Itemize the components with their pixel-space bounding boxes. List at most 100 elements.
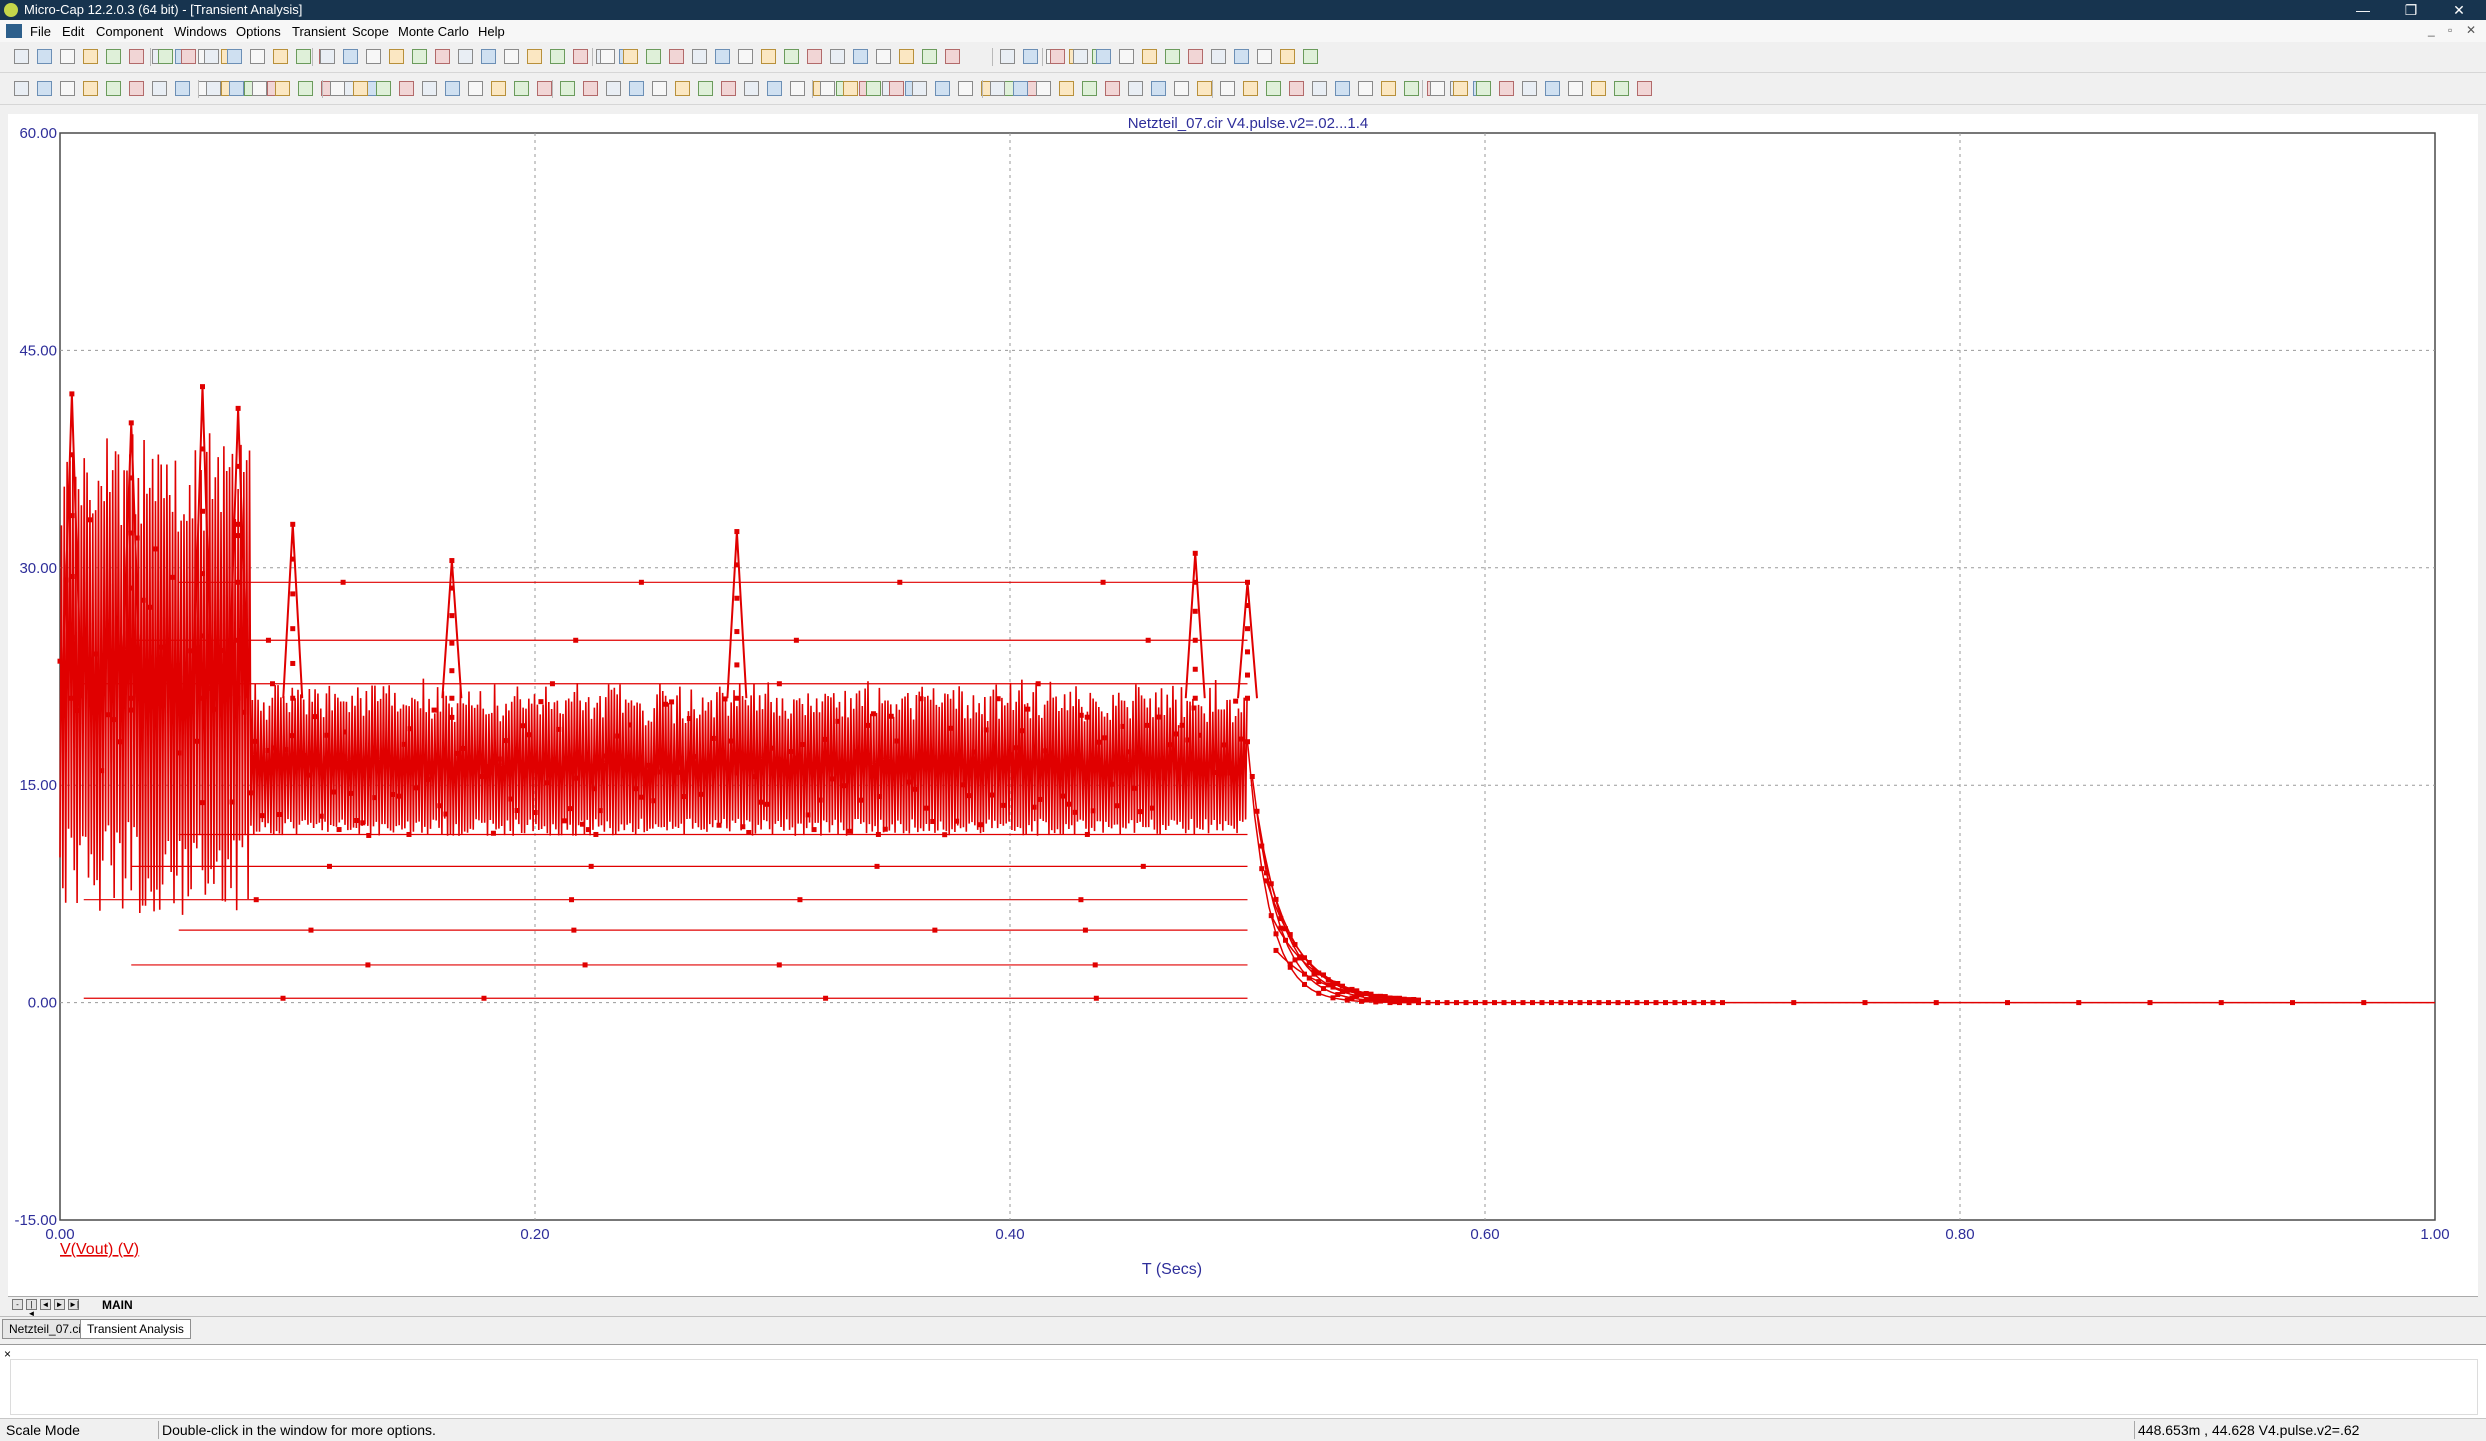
analysis-tool-button[interactable]	[1499, 81, 1514, 96]
toolbar-tool-button[interactable]	[296, 49, 311, 64]
analysis-tool-button[interactable]	[376, 81, 391, 96]
analysis-tool-button[interactable]	[866, 81, 881, 96]
menu-help[interactable]: Help	[478, 24, 505, 39]
toolbar-tool-button[interactable]	[715, 49, 730, 64]
toolbar-tool-button[interactable]	[692, 49, 707, 64]
menu-component[interactable]: Component	[96, 24, 163, 39]
toolbar-tool-button[interactable]	[550, 49, 565, 64]
analysis-tool-button[interactable]	[820, 81, 835, 96]
toolbar-tool-button[interactable]	[899, 49, 914, 64]
page-last-button[interactable]: ►|	[68, 1299, 79, 1310]
toolbar-tool-button[interactable]	[250, 49, 265, 64]
analysis-tool-button[interactable]	[206, 81, 221, 96]
toolbar-tool-button[interactable]	[273, 49, 288, 64]
toolbar-tool-button[interactable]	[343, 49, 358, 64]
toolbar-tool-button[interactable]	[784, 49, 799, 64]
toolbar-tool-button[interactable]	[1165, 49, 1180, 64]
analysis-tool-button[interactable]	[491, 81, 506, 96]
analysis-tool-button[interactable]	[1545, 81, 1560, 96]
toolbar-tool-button[interactable]	[435, 49, 450, 64]
toolbar-tool-button[interactable]	[158, 49, 173, 64]
analysis-tool-button[interactable]	[422, 81, 437, 96]
toolbar-tool-button[interactable]	[600, 49, 615, 64]
analysis-tool-button[interactable]	[175, 81, 190, 96]
analysis-tool-button[interactable]	[152, 81, 167, 96]
analysis-tool-button[interactable]	[1243, 81, 1258, 96]
analysis-tool-button[interactable]	[1453, 81, 1468, 96]
analysis-tool-button[interactable]	[83, 81, 98, 96]
transient-plot[interactable]: 0.00 0.20 0.40 0.60 0.80 1.00 60.00 45.00 30.00 1…	[8, 114, 2478, 1296]
plot-panel[interactable]: 0.00 0.20 0.40 0.60 0.80 1.00 60.00 45.00 30.00 1…	[8, 114, 2478, 1296]
analysis-tool-button[interactable]	[843, 81, 858, 96]
analysis-tool-button[interactable]	[721, 81, 736, 96]
analysis-tool-button[interactable]	[1381, 81, 1396, 96]
menu-transient[interactable]: Transient	[292, 24, 346, 39]
tab-transient-analysis[interactable]: Transient Analysis	[80, 1319, 191, 1339]
toolbar-tool-button[interactable]	[1142, 49, 1157, 64]
tab-netzteil-circuit[interactable]: Netzteil_07.cir	[2, 1319, 93, 1339]
menu-file[interactable]: File	[30, 24, 51, 39]
toolbar-tool-button[interactable]	[1303, 49, 1318, 64]
toolbar-tool-button[interactable]	[1050, 49, 1065, 64]
analysis-tool-button[interactable]	[1614, 81, 1629, 96]
toolbar-tool-button[interactable]	[1119, 49, 1134, 64]
toolbar-tool-button[interactable]	[389, 49, 404, 64]
restore-button[interactable]: ❐	[2388, 0, 2434, 20]
analysis-tool-button[interactable]	[1404, 81, 1419, 96]
analysis-tool-button[interactable]	[298, 81, 313, 96]
analysis-tool-button[interactable]	[767, 81, 782, 96]
toolbar-tool-button[interactable]	[922, 49, 937, 64]
analysis-tool-button[interactable]	[353, 81, 368, 96]
analysis-tool-button[interactable]	[106, 81, 121, 96]
analysis-tool-button[interactable]	[629, 81, 644, 96]
menu-windows[interactable]: Windows	[174, 24, 227, 39]
menu-edit[interactable]: Edit	[62, 24, 84, 39]
analysis-tool-button[interactable]	[229, 81, 244, 96]
analysis-tool-button[interactable]	[675, 81, 690, 96]
toolbar-tool-button[interactable]	[738, 49, 753, 64]
analysis-tool-button[interactable]	[1266, 81, 1281, 96]
analysis-tool-button[interactable]	[560, 81, 575, 96]
page-prev-button[interactable]: ◄	[40, 1299, 51, 1310]
analysis-tool-button[interactable]	[468, 81, 483, 96]
analysis-tool-button[interactable]	[1522, 81, 1537, 96]
minimize-button[interactable]: —	[2340, 0, 2386, 20]
toolbar-tool-button[interactable]	[504, 49, 519, 64]
toolbar-tool-button[interactable]	[320, 49, 335, 64]
menu-scope[interactable]: Scope	[352, 24, 389, 39]
analysis-tool-button[interactable]	[399, 81, 414, 96]
analysis-tool-button[interactable]	[698, 81, 713, 96]
analysis-tool-button[interactable]	[1128, 81, 1143, 96]
analysis-tool-button[interactable]	[37, 81, 52, 96]
toolbar-tool-button[interactable]	[1257, 49, 1272, 64]
page-next-button[interactable]: ►	[54, 1299, 65, 1310]
mdi-minimize-button[interactable]: _	[2428, 23, 2435, 37]
toolbar-tool-button[interactable]	[60, 49, 75, 64]
toolbar-tool-button[interactable]	[204, 49, 219, 64]
analysis-tool-button[interactable]	[652, 81, 667, 96]
toolbar-tool-button[interactable]	[830, 49, 845, 64]
analysis-tool-button[interactable]	[1335, 81, 1350, 96]
analysis-tool-button[interactable]	[129, 81, 144, 96]
toolbar-tool-button[interactable]	[1073, 49, 1088, 64]
toolbar-tool-button[interactable]	[458, 49, 473, 64]
mdi-restore-button[interactable]: ▫	[2448, 23, 2452, 37]
toolbar-tool-button[interactable]	[945, 49, 960, 64]
toolbar-tool-button[interactable]	[573, 49, 588, 64]
analysis-tool-button[interactable]	[1151, 81, 1166, 96]
menu-monte-carlo[interactable]: Monte Carlo	[398, 24, 469, 39]
analysis-tool-button[interactable]	[1220, 81, 1235, 96]
document-menu-icon[interactable]	[6, 24, 22, 38]
toolbar-tool-button[interactable]	[807, 49, 822, 64]
analysis-tool-button[interactable]	[935, 81, 950, 96]
analysis-tool-button[interactable]	[1105, 81, 1120, 96]
analysis-tool-button[interactable]	[790, 81, 805, 96]
analysis-tool-button[interactable]	[1036, 81, 1051, 96]
analysis-tool-button[interactable]	[1358, 81, 1373, 96]
analysis-tool-button[interactable]	[1591, 81, 1606, 96]
toolbar-tool-button[interactable]	[129, 49, 144, 64]
analysis-tool-button[interactable]	[1013, 81, 1028, 96]
trace-label[interactable]: V(Vout) (V)	[60, 1241, 139, 1258]
toolbar-tool-button[interactable]	[37, 49, 52, 64]
mdi-close-button[interactable]: ✕	[2466, 23, 2476, 37]
